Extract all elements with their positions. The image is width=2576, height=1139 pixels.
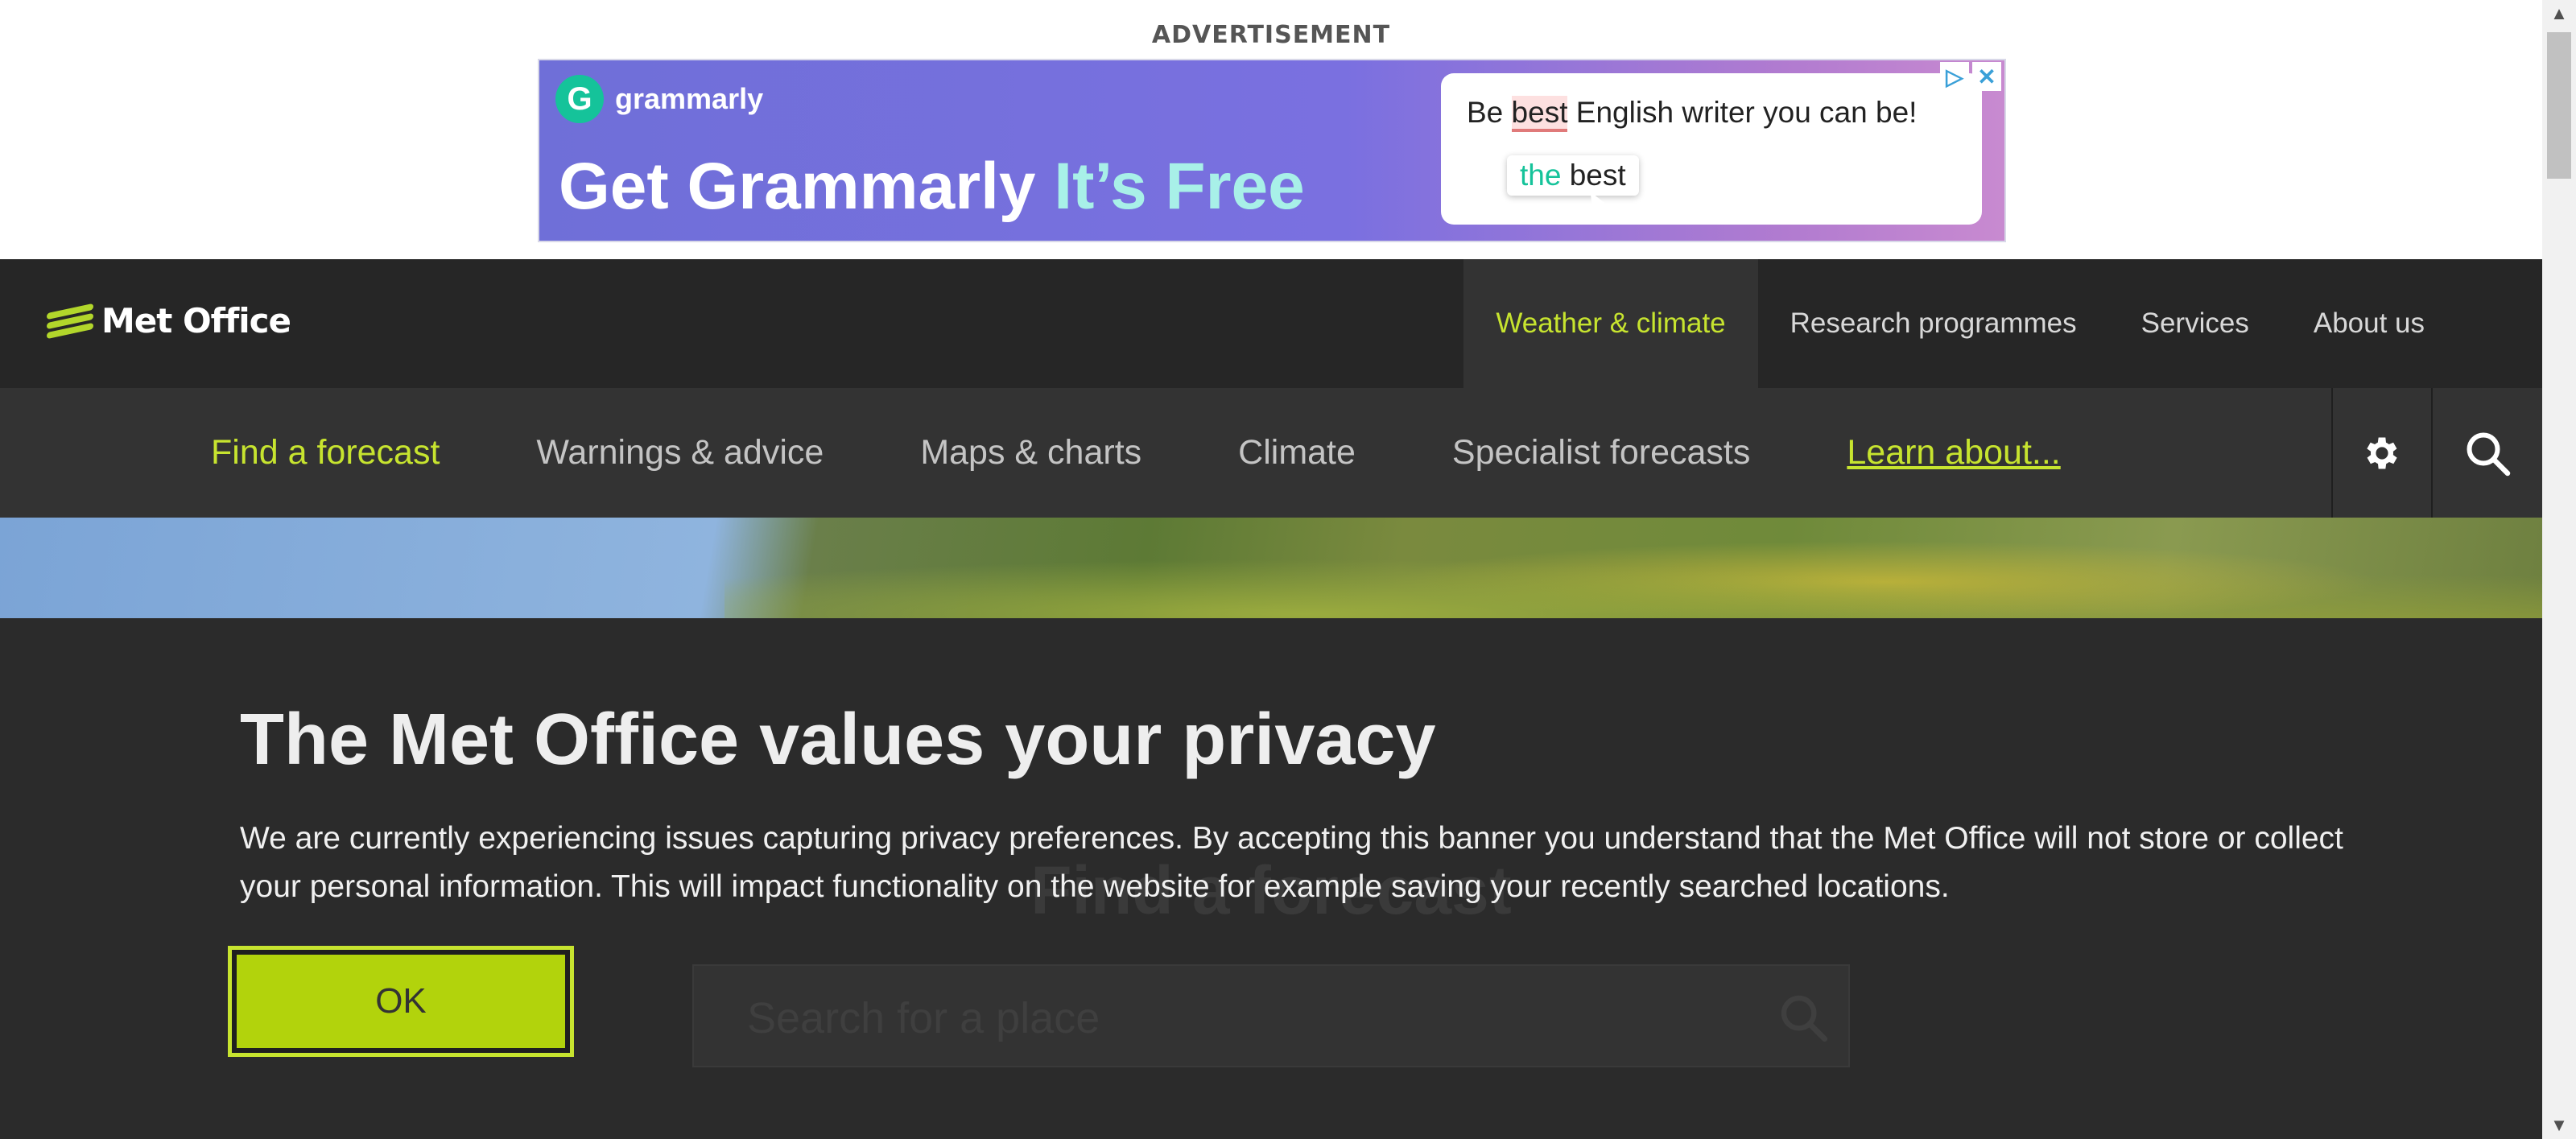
ad-controls: ▷ ✕ bbox=[1940, 62, 2001, 91]
ad-headline-free: It’s Free bbox=[1054, 150, 1305, 223]
ad-example-sentence: Be best English writer you can be! bbox=[1467, 96, 1918, 132]
subnav-specialist-forecasts[interactable]: Specialist forecasts bbox=[1452, 433, 1750, 473]
ad-suggest-best: best bbox=[1561, 159, 1626, 192]
ok-button[interactable]: OK bbox=[228, 946, 574, 1057]
scroll-up-icon[interactable]: ▲ bbox=[2542, 0, 2576, 27]
ad-card-highlight: best bbox=[1511, 96, 1568, 132]
scroll-thumb[interactable] bbox=[2547, 32, 2571, 179]
search-icon bbox=[2467, 432, 2511, 476]
search-button[interactable] bbox=[2431, 388, 2542, 518]
ad-headline: Get Grammarly It’s Free bbox=[559, 149, 1305, 225]
settings-button[interactable] bbox=[2331, 388, 2431, 518]
advertisement-label: ADVERTISEMENT bbox=[1151, 21, 1391, 49]
met-office-logo-icon bbox=[47, 303, 93, 339]
ad-suggestion-chip: the best bbox=[1507, 155, 1639, 196]
ad-card-after: English writer you can be! bbox=[1567, 96, 1918, 129]
hero-image bbox=[0, 518, 2542, 618]
topnav-weather-climate[interactable]: Weather & climate bbox=[1463, 259, 1758, 388]
place-search-input[interactable]: Search for a place bbox=[692, 964, 1850, 1067]
site-header: Met Office Weather & climate Research pr… bbox=[0, 259, 2542, 388]
vertical-scrollbar[interactable]: ▲ ▼ bbox=[2542, 0, 2576, 1139]
subnav-climate[interactable]: Climate bbox=[1238, 433, 1356, 473]
met-office-logo[interactable]: Met Office bbox=[47, 301, 291, 340]
ad-headline-main: Get Grammarly bbox=[559, 150, 1036, 223]
subnav-find-a-forecast[interactable]: Find a forecast bbox=[211, 433, 440, 473]
ad-banner[interactable]: G grammarly Get Grammarly It’s Free Be b… bbox=[538, 59, 2006, 242]
logo-text: Met Office bbox=[101, 301, 291, 340]
ad-card-before: Be bbox=[1467, 96, 1512, 129]
ad-brand: G grammarly bbox=[555, 75, 763, 123]
search-icon bbox=[1781, 995, 1828, 1042]
place-search-placeholder: Search for a place bbox=[747, 994, 1100, 1042]
adchoices-icon[interactable]: ▷ bbox=[1940, 62, 1969, 91]
topnav-services[interactable]: Services bbox=[2109, 259, 2281, 388]
topnav-research-programmes[interactable]: Research programmes bbox=[1758, 259, 2109, 388]
top-navigation: Weather & climate Research programmes Se… bbox=[1463, 259, 2457, 388]
topnav-about-us[interactable]: About us bbox=[2281, 259, 2457, 388]
privacy-title: The Met Office values your privacy bbox=[240, 699, 1436, 780]
subnav-learn-about[interactable]: Learn about... bbox=[1847, 433, 2060, 473]
ad-suggest-the: the bbox=[1520, 159, 1562, 192]
grammarly-logo-icon: G bbox=[555, 75, 604, 123]
close-icon[interactable]: ✕ bbox=[1972, 62, 2001, 91]
ad-brand-name: grammarly bbox=[615, 82, 764, 115]
scroll-down-icon[interactable]: ▼ bbox=[2542, 1112, 2576, 1139]
subnav-warnings-advice[interactable]: Warnings & advice bbox=[536, 433, 824, 473]
gear-icon bbox=[2367, 437, 2397, 468]
main-content: Find a forecast Search for a place The M… bbox=[0, 618, 2542, 1139]
subnav-maps-charts[interactable]: Maps & charts bbox=[920, 433, 1141, 473]
ad-example-card: Be best English writer you can be! the b… bbox=[1441, 73, 1982, 225]
privacy-text: We are currently experiencing issues cap… bbox=[240, 821, 2343, 904]
sub-navigation: Find a forecast Warnings & advice Maps &… bbox=[0, 388, 2542, 518]
